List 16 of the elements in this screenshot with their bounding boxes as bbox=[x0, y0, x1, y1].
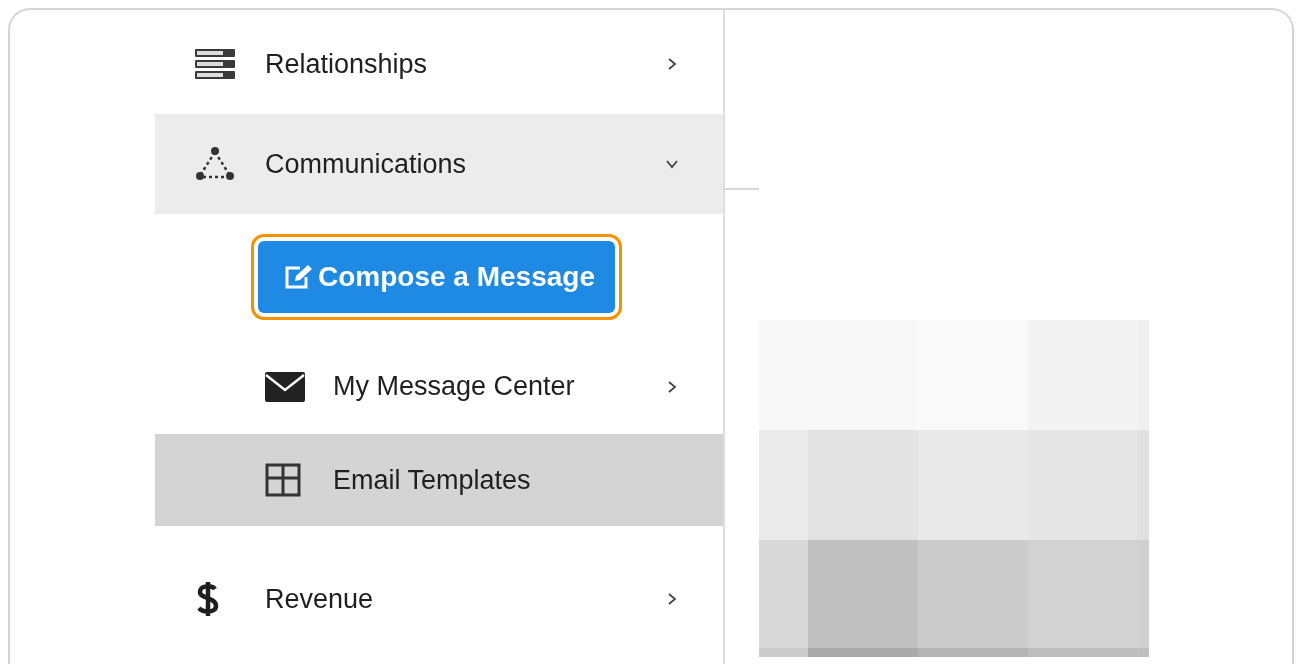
menu-label: Email Templates bbox=[333, 464, 532, 496]
menu-label: My Message Center bbox=[333, 371, 576, 402]
menu-item[interactable]: My Message Center bbox=[155, 339, 723, 434]
server-stack-icon bbox=[195, 49, 235, 79]
envelope-icon bbox=[265, 371, 305, 402]
edit-icon bbox=[284, 263, 314, 290]
sidebar-item[interactable]: Communications bbox=[155, 114, 723, 214]
section-label: Communications bbox=[265, 148, 468, 180]
grid-layout-icon bbox=[265, 463, 301, 497]
sidebar-item[interactable]: Revenue bbox=[155, 554, 723, 644]
network-nodes-icon bbox=[195, 146, 235, 182]
sidebar-item[interactable]: Relationships bbox=[155, 14, 723, 114]
section-label: Revenue bbox=[265, 583, 375, 615]
menu-item[interactable]: Email Templates bbox=[155, 434, 723, 526]
section-label: Relationships bbox=[265, 48, 429, 80]
dollar-icon bbox=[195, 579, 221, 619]
